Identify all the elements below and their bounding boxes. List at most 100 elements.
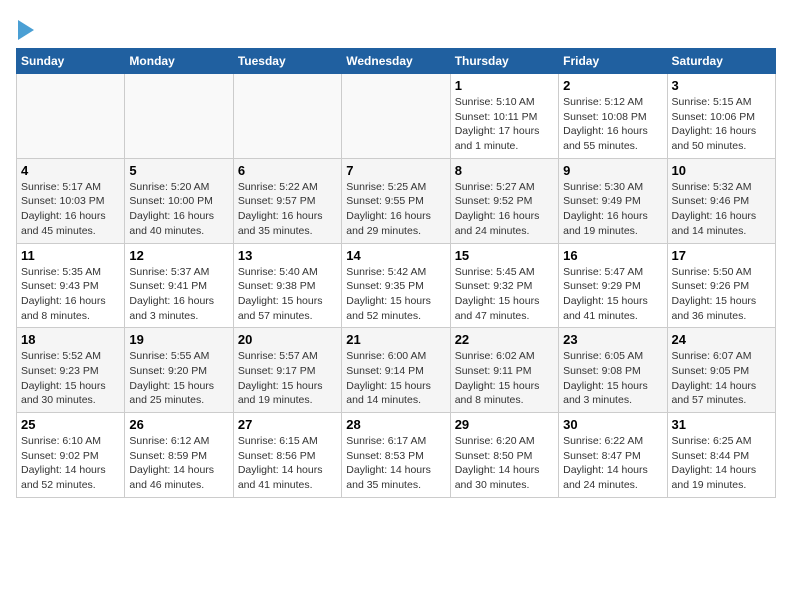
day-number: 1 <box>455 78 554 93</box>
calendar-cell <box>125 74 233 159</box>
day-number: 27 <box>238 417 337 432</box>
day-info: Sunrise: 5:57 AMSunset: 9:17 PMDaylight:… <box>238 349 337 408</box>
calendar-cell <box>342 74 450 159</box>
day-info: Sunrise: 5:55 AMSunset: 9:20 PMDaylight:… <box>129 349 228 408</box>
day-info: Sunrise: 5:37 AMSunset: 9:41 PMDaylight:… <box>129 265 228 324</box>
day-info: Sunrise: 5:52 AMSunset: 9:23 PMDaylight:… <box>21 349 120 408</box>
weekday-header-thursday: Thursday <box>450 49 558 74</box>
calendar-cell: 28 Sunrise: 6:17 AMSunset: 8:53 PMDayligh… <box>342 413 450 498</box>
day-number: 3 <box>672 78 771 93</box>
day-info: Sunrise: 6:15 AMSunset: 8:56 PMDaylight:… <box>238 434 337 493</box>
day-number: 30 <box>563 417 662 432</box>
calendar-cell: 27 Sunrise: 6:15 AMSunset: 8:56 PMDayligh… <box>233 413 341 498</box>
day-info: Sunrise: 6:02 AMSunset: 9:11 PMDaylight:… <box>455 349 554 408</box>
calendar-cell: 15 Sunrise: 5:45 AMSunset: 9:32 PMDayligh… <box>450 243 558 328</box>
day-info: Sunrise: 5:15 AMSunset: 10:06 PMDaylight… <box>672 95 771 154</box>
day-number: 8 <box>455 163 554 178</box>
day-info: Sunrise: 5:35 AMSunset: 9:43 PMDaylight:… <box>21 265 120 324</box>
calendar-cell <box>17 74 125 159</box>
day-info: Sunrise: 5:22 AMSunset: 9:57 PMDaylight:… <box>238 180 337 239</box>
day-number: 14 <box>346 248 445 263</box>
calendar-cell: 30 Sunrise: 6:22 AMSunset: 8:47 PMDayligh… <box>559 413 667 498</box>
day-number: 24 <box>672 332 771 347</box>
calendar-cell: 16 Sunrise: 5:47 AMSunset: 9:29 PMDayligh… <box>559 243 667 328</box>
calendar-cell: 2Sunrise: 5:12 AMSunset: 10:08 PMDayligh… <box>559 74 667 159</box>
calendar-cell: 25 Sunrise: 6:10 AMSunset: 9:02 PMDayligh… <box>17 413 125 498</box>
day-number: 17 <box>672 248 771 263</box>
day-number: 25 <box>21 417 120 432</box>
day-number: 10 <box>672 163 771 178</box>
calendar-cell: 9 Sunrise: 5:30 AMSunset: 9:49 PMDaylight… <box>559 158 667 243</box>
weekday-header-sunday: Sunday <box>17 49 125 74</box>
calendar-cell: 7 Sunrise: 5:25 AMSunset: 9:55 PMDaylight… <box>342 158 450 243</box>
day-number: 13 <box>238 248 337 263</box>
calendar-cell: 29Sunrise: 6:20 AMSunset: 8:50 PMDayligh… <box>450 413 558 498</box>
day-number: 6 <box>238 163 337 178</box>
calendar-week-5: 25 Sunrise: 6:10 AMSunset: 9:02 PMDayligh… <box>17 413 776 498</box>
logo <box>16 16 34 40</box>
day-number: 16 <box>563 248 662 263</box>
day-info: Sunrise: 6:10 AMSunset: 9:02 PMDaylight:… <box>21 434 120 493</box>
day-number: 4 <box>21 163 120 178</box>
weekday-header-friday: Friday <box>559 49 667 74</box>
day-info: Sunrise: 5:20 AMSunset: 10:00 PMDaylight… <box>129 180 228 239</box>
day-info: Sunrise: 6:12 AMSunset: 8:59 PMDaylight:… <box>129 434 228 493</box>
day-info: Sunrise: 5:50 AMSunset: 9:26 PMDaylight:… <box>672 265 771 324</box>
calendar-cell: 18 Sunrise: 5:52 AMSunset: 9:23 PMDayligh… <box>17 328 125 413</box>
calendar-cell: 12 Sunrise: 5:37 AMSunset: 9:41 PMDayligh… <box>125 243 233 328</box>
day-number: 23 <box>563 332 662 347</box>
day-info: Sunrise: 5:25 AMSunset: 9:55 PMDaylight:… <box>346 180 445 239</box>
day-info: Sunrise: 5:40 AMSunset: 9:38 PMDaylight:… <box>238 265 337 324</box>
day-info: Sunrise: 5:32 AMSunset: 9:46 PMDaylight:… <box>672 180 771 239</box>
day-info: Sunrise: 5:47 AMSunset: 9:29 PMDaylight:… <box>563 265 662 324</box>
day-number: 18 <box>21 332 120 347</box>
calendar-cell: 20 Sunrise: 5:57 AMSunset: 9:17 PMDayligh… <box>233 328 341 413</box>
calendar-cell: 26 Sunrise: 6:12 AMSunset: 8:59 PMDayligh… <box>125 413 233 498</box>
calendar-cell: 3 Sunrise: 5:15 AMSunset: 10:06 PMDayligh… <box>667 74 775 159</box>
calendar-cell: 22Sunrise: 6:02 AMSunset: 9:11 PMDayligh… <box>450 328 558 413</box>
day-number: 2 <box>563 78 662 93</box>
day-info: Sunrise: 5:10 AMSunset: 10:11 PMDaylight… <box>455 95 554 154</box>
calendar-cell: 23 Sunrise: 6:05 AMSunset: 9:08 PMDayligh… <box>559 328 667 413</box>
day-info: Sunrise: 5:17 AMSunset: 10:03 PMDaylight… <box>21 180 120 239</box>
day-info: Sunrise: 5:27 AMSunset: 9:52 PMDaylight:… <box>455 180 554 239</box>
calendar-cell: 8 Sunrise: 5:27 AMSunset: 9:52 PMDaylight… <box>450 158 558 243</box>
calendar-cell: 11 Sunrise: 5:35 AMSunset: 9:43 PMDayligh… <box>17 243 125 328</box>
day-number: 28 <box>346 417 445 432</box>
logo-arrow-icon <box>18 20 34 40</box>
calendar-cell: 21Sunrise: 6:00 AMSunset: 9:14 PMDayligh… <box>342 328 450 413</box>
weekday-header-wednesday: Wednesday <box>342 49 450 74</box>
day-info: Sunrise: 6:17 AMSunset: 8:53 PMDaylight:… <box>346 434 445 493</box>
day-number: 11 <box>21 248 120 263</box>
day-info: Sunrise: 5:42 AMSunset: 9:35 PMDaylight:… <box>346 265 445 324</box>
day-number: 31 <box>672 417 771 432</box>
calendar-week-3: 11 Sunrise: 5:35 AMSunset: 9:43 PMDayligh… <box>17 243 776 328</box>
day-info: Sunrise: 5:45 AMSunset: 9:32 PMDaylight:… <box>455 265 554 324</box>
day-info: Sunrise: 6:05 AMSunset: 9:08 PMDaylight:… <box>563 349 662 408</box>
calendar-week-2: 4 Sunrise: 5:17 AMSunset: 10:03 PMDayligh… <box>17 158 776 243</box>
page-header <box>16 16 776 40</box>
calendar-cell <box>233 74 341 159</box>
weekday-header-tuesday: Tuesday <box>233 49 341 74</box>
day-number: 19 <box>129 332 228 347</box>
day-number: 26 <box>129 417 228 432</box>
day-number: 7 <box>346 163 445 178</box>
calendar-cell: 10 Sunrise: 5:32 AMSunset: 9:46 PMDayligh… <box>667 158 775 243</box>
day-number: 20 <box>238 332 337 347</box>
weekday-header-saturday: Saturday <box>667 49 775 74</box>
day-number: 12 <box>129 248 228 263</box>
day-number: 15 <box>455 248 554 263</box>
day-info: Sunrise: 6:22 AMSunset: 8:47 PMDaylight:… <box>563 434 662 493</box>
calendar-cell: 13 Sunrise: 5:40 AMSunset: 9:38 PMDayligh… <box>233 243 341 328</box>
day-info: Sunrise: 5:30 AMSunset: 9:49 PMDaylight:… <box>563 180 662 239</box>
calendar-cell: 1 Sunrise: 5:10 AMSunset: 10:11 PMDayligh… <box>450 74 558 159</box>
day-number: 5 <box>129 163 228 178</box>
calendar-cell: 4 Sunrise: 5:17 AMSunset: 10:03 PMDayligh… <box>17 158 125 243</box>
day-number: 21 <box>346 332 445 347</box>
weekday-header-monday: Monday <box>125 49 233 74</box>
day-number: 9 <box>563 163 662 178</box>
calendar-week-4: 18 Sunrise: 5:52 AMSunset: 9:23 PMDayligh… <box>17 328 776 413</box>
calendar-week-1: 1 Sunrise: 5:10 AMSunset: 10:11 PMDayligh… <box>17 74 776 159</box>
calendar-table: SundayMondayTuesdayWednesdayThursdayFrid… <box>16 48 776 498</box>
day-info: Sunrise: 6:20 AMSunset: 8:50 PMDaylight:… <box>455 434 554 493</box>
